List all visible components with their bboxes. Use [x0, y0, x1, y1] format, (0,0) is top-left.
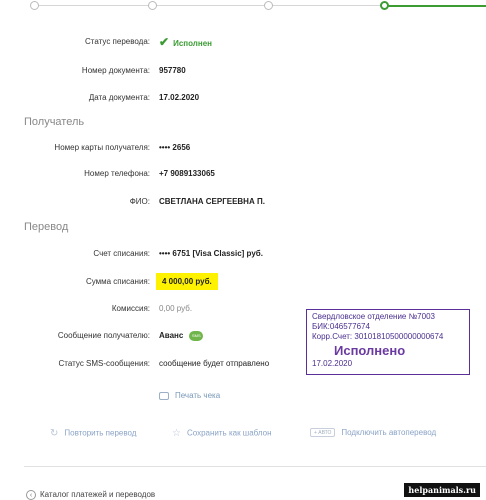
catalog-label: Каталог платежей и переводов: [40, 490, 156, 500]
autopay-link[interactable]: + АВТО Подключить автоперевод: [310, 428, 437, 438]
star-icon: ☆: [172, 428, 181, 439]
stamp-date: 17.02.2020: [312, 359, 353, 368]
sms-icon: SMS: [189, 331, 204, 341]
checkmark-icon: ✔: [159, 35, 170, 49]
stamp-executed: Исполнено: [334, 343, 406, 358]
card-value: •••• 2656: [159, 143, 191, 152]
doc-number-label: Номер документа:: [81, 66, 150, 75]
divider: [24, 466, 486, 467]
stepper-dot-3: [264, 1, 273, 10]
phone-row: Номер телефона: +7 9089133065: [0, 169, 486, 183]
stepper-dot-2: [148, 1, 157, 10]
save-template-label: Сохранить как шаблон: [186, 428, 272, 438]
doc-date-label: Дата документа:: [88, 93, 150, 102]
save-template-link[interactable]: ☆ Сохранить как шаблон: [172, 428, 272, 439]
doc-number-value: 957780: [159, 66, 186, 75]
auto-chip: + АВТО: [310, 428, 336, 438]
message-label: Сообщение получателю:: [57, 331, 150, 340]
progress-stepper: [30, 0, 486, 12]
repeat-icon: ↻: [50, 428, 59, 439]
stamp-bik: БИК:046577674: [312, 322, 370, 331]
sms-status-label: Статус SMS-сообщения:: [58, 359, 150, 368]
status-label: Статус перевода:: [85, 37, 150, 46]
stepper-dot-4: [380, 1, 389, 10]
card-row: Номер карты получателя: •••• 2656: [0, 143, 486, 157]
message-value: Аванс SMS: [159, 331, 204, 341]
bank-stamp: Свердловское отделение №7003 БИК:0465776…: [306, 309, 470, 375]
message-text: Аванс: [159, 331, 184, 341]
print-receipt-label: Печать чека: [175, 391, 221, 400]
doc-number-row: Номер документа: 957780: [0, 66, 486, 80]
doc-date-row: Дата документа: 17.02.2020: [0, 93, 486, 107]
account-row: Счет списания: •••• 6751 [Visa Classic] …: [0, 249, 486, 263]
status-row: Статус перевода: ✔ Исполнен: [0, 35, 486, 51]
watermark: helpanimals.ru: [404, 483, 480, 497]
repeat-transfer-link[interactable]: ↻ Повторить перевод: [50, 428, 136, 439]
autopay-label: Подключить автоперевод: [341, 428, 437, 437]
actions-bar: ↻ Повторить перевод ☆ Сохранить как шаблон…: [0, 428, 486, 440]
name-label: ФИО:: [129, 197, 150, 206]
repeat-transfer-label: Повторить перевод: [64, 428, 137, 438]
doc-date-value: 17.02.2020: [159, 93, 200, 102]
amount-row: Сумма списания: 4 000,00 руб.: [0, 273, 486, 291]
account-value: •••• 6751 [Visa Classic] руб.: [159, 249, 263, 258]
phone-value: +7 9089133065: [159, 169, 215, 178]
card-label: Номер карты получателя:: [54, 143, 150, 152]
commission-value: 0,00 руб.: [159, 304, 193, 313]
status-value: ✔ Исполнен: [159, 35, 212, 49]
phone-label: Номер телефона:: [84, 169, 150, 178]
amount-value: 4 000,00 руб.: [156, 273, 218, 290]
stepper-dot-1: [30, 1, 39, 10]
sms-status-value: сообщение будет отправлено: [159, 359, 270, 368]
status-text: Исполнен: [173, 39, 212, 48]
recipient-section-title: Получатель: [24, 116, 85, 128]
print-receipt-link[interactable]: Печать чека: [159, 391, 220, 400]
account-label: Счет списания:: [93, 249, 150, 258]
name-value: СВЕТЛАНА СЕРГЕЕВНА П.: [159, 197, 265, 206]
commission-label: Комиссия:: [111, 304, 150, 313]
arrow-left-icon: ‹: [26, 490, 36, 500]
amount-label: Сумма списания:: [85, 277, 150, 286]
stamp-corr-account: Корр.Счет: 30101810500000000674: [312, 332, 444, 341]
transfer-section-title: Перевод: [24, 221, 69, 233]
catalog-link[interactable]: ‹ Каталог платежей и переводов: [26, 490, 155, 500]
stepper-track-active: [386, 5, 486, 7]
name-row: ФИО: СВЕТЛАНА СЕРГЕЕВНА П.: [0, 197, 486, 211]
stamp-branch: Свердловское отделение №7003: [312, 312, 435, 321]
printer-icon: [159, 391, 169, 400]
